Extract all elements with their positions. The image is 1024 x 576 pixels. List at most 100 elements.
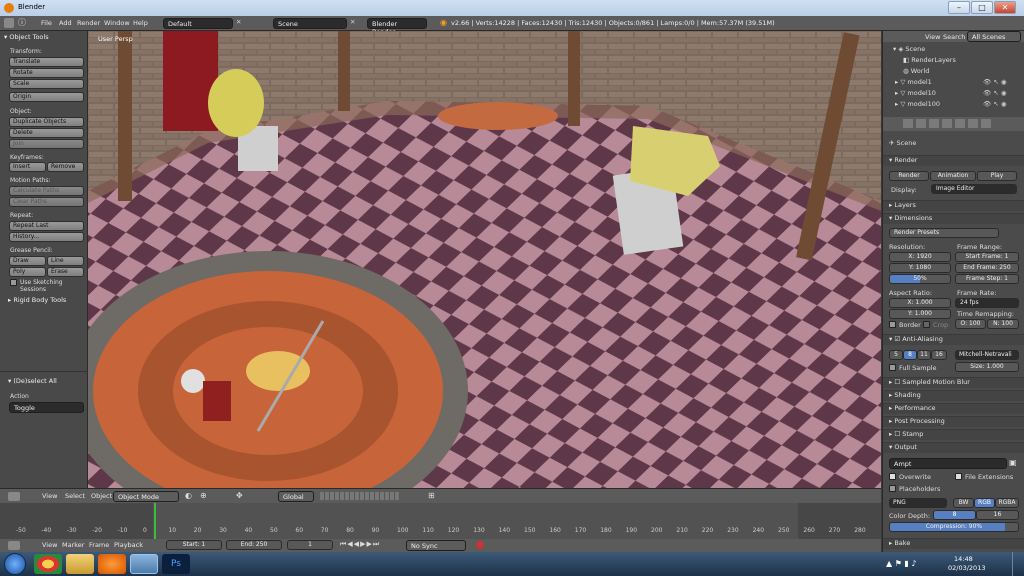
tray-icons[interactable]: ▲ ⚑ ▮ ♪: [886, 559, 916, 568]
grease-draw-button[interactable]: Draw: [9, 256, 46, 266]
outliner-filter-select[interactable]: All Scenes: [967, 31, 1021, 42]
compression-slider[interactable]: Compression: 90%: [889, 522, 1019, 532]
rotate-button[interactable]: Rotate: [9, 68, 84, 78]
editor-type-icon[interactable]: [8, 541, 20, 550]
visibility-icons[interactable]: 👁 ↖ ◉: [983, 100, 1007, 108]
snap-icon[interactable]: ⊞: [428, 491, 435, 500]
playback-controls[interactable]: ⏮◀◀▶▶⏭: [340, 540, 380, 549]
remove-keyframe-button[interactable]: Remove: [47, 162, 84, 172]
timeline-menu-frame[interactable]: Frame: [89, 541, 109, 549]
shading-icon[interactable]: ◐: [185, 491, 192, 500]
clear-paths-button[interactable]: Clear Paths: [9, 197, 84, 207]
origin-button[interactable]: Origin: [9, 92, 84, 102]
action-select[interactable]: Toggle: [9, 402, 84, 413]
scene-close-icon[interactable]: ✕: [350, 18, 355, 26]
delete-button[interactable]: Delete: [9, 128, 84, 138]
menu-help[interactable]: Help: [133, 19, 148, 27]
grease-poly-button[interactable]: Poly: [9, 267, 46, 277]
translate-button[interactable]: Translate: [9, 57, 84, 67]
aspect-x-field[interactable]: X: 1.000: [889, 298, 951, 308]
viewport-menu-select[interactable]: Select: [65, 492, 85, 500]
file-format-select[interactable]: PNG: [889, 498, 947, 508]
render-panel-header[interactable]: ▾ Render: [883, 155, 1024, 166]
motion-blur-panel-header[interactable]: ▸ ☐ Sampled Motion Blur: [883, 377, 1024, 388]
output-panel-header[interactable]: ▾ Output: [883, 442, 1024, 453]
resolution-y-field[interactable]: Y: 1080: [889, 263, 951, 273]
start-frame-field[interactable]: Start: 1: [166, 540, 222, 550]
end-frame-field[interactable]: End: 250: [226, 540, 282, 550]
menu-add[interactable]: Add: [59, 19, 72, 27]
overwrite-checkbox[interactable]: [889, 473, 896, 480]
outliner-item-model10[interactable]: ▸ ▽ model10: [895, 89, 936, 97]
minimize-button[interactable]: –: [948, 1, 970, 14]
aa-filter-select[interactable]: Mitchell-Netravali: [955, 350, 1019, 360]
remap-new-field[interactable]: N: 100: [987, 319, 1019, 329]
visibility-icons[interactable]: 👁 ↖ ◉: [983, 89, 1007, 97]
layout-select[interactable]: Default: [163, 18, 233, 29]
animation-button[interactable]: Animation: [930, 171, 976, 181]
timeline[interactable]: -50 -40 -30 -20 -10 0 10 20 30 40 50 60 70 80 90 100 110…: [0, 503, 881, 539]
photoshop-taskbar-icon[interactable]: Ps: [162, 554, 190, 574]
menu-window[interactable]: Window: [104, 19, 130, 27]
orientation-select[interactable]: Global: [278, 491, 314, 502]
post-processing-panel-header[interactable]: ▸ Post Processing: [883, 416, 1024, 427]
sketching-sessions-checkbox[interactable]: [10, 279, 17, 286]
dimensions-panel-header[interactable]: ▾ Dimensions: [883, 213, 1024, 224]
editor-type-icon[interactable]: [4, 18, 14, 28]
manipulator-icon[interactable]: ✥: [236, 491, 243, 500]
timeline-menu-view[interactable]: View: [42, 541, 57, 549]
aa-level-5[interactable]: 5: [889, 350, 903, 360]
output-path-field[interactable]: Ampt: [889, 458, 1007, 469]
outliner-item-model100[interactable]: ▸ ▽ model100: [895, 100, 940, 108]
grease-erase-button[interactable]: Erase: [47, 267, 84, 277]
color-depth-16-button[interactable]: 16: [976, 510, 1019, 520]
resolution-x-field[interactable]: X: 1920: [889, 252, 951, 262]
play-button[interactable]: Play: [977, 171, 1017, 181]
shading-panel-header[interactable]: ▸ Shading: [883, 390, 1024, 401]
timeline-menu-marker[interactable]: Marker: [62, 541, 84, 549]
operator-panel-header[interactable]: ▾ (De)select All: [8, 377, 57, 385]
chrome-taskbar-icon[interactable]: [34, 554, 62, 574]
render-presets-select[interactable]: Render Presets: [889, 228, 999, 238]
scene-select[interactable]: Scene: [273, 18, 347, 29]
color-rgb-button[interactable]: RGB: [974, 498, 995, 508]
render-button[interactable]: Render: [889, 171, 929, 181]
explorer-taskbar-icon[interactable]: [66, 554, 94, 574]
stamp-panel-header[interactable]: ▸ ☐ Stamp: [883, 429, 1024, 440]
pivot-icon[interactable]: ⊕: [200, 491, 207, 500]
history-button[interactable]: History...: [9, 232, 84, 242]
aa-level-16[interactable]: 16: [931, 350, 947, 360]
outliner-item-scene[interactable]: ▾ ◈ Scene: [893, 45, 925, 53]
maximize-button[interactable]: □: [971, 1, 993, 14]
full-sample-checkbox[interactable]: [889, 364, 896, 371]
rigid-body-tools-header[interactable]: ▸ Rigid Body Tools: [8, 296, 66, 304]
layout-close-icon[interactable]: ✕: [236, 18, 241, 26]
duplicate-objects-button[interactable]: Duplicate Objects: [9, 117, 84, 127]
display-select[interactable]: Image Editor: [931, 184, 1017, 194]
aa-size-field[interactable]: Size: 1.000: [955, 362, 1019, 372]
remap-old-field[interactable]: O: 100: [955, 319, 986, 329]
outliner-item-renderlayers[interactable]: ◧ RenderLayers: [903, 56, 956, 64]
current-frame-field[interactable]: 1: [287, 540, 333, 550]
context-tab-icons[interactable]: [903, 119, 993, 128]
layer-buttons[interactable]: [320, 492, 400, 500]
grease-line-button[interactable]: Line: [47, 256, 84, 266]
placeholders-checkbox[interactable]: [889, 485, 896, 492]
viewport-menu-view[interactable]: View: [42, 492, 57, 500]
frame-step-field[interactable]: Frame Step: 1: [955, 274, 1019, 284]
layers-panel-header[interactable]: ▸ Layers: [883, 200, 1024, 211]
start-frame-field[interactable]: Start Frame: 1: [955, 252, 1019, 262]
end-frame-field[interactable]: End Frame: 250: [955, 263, 1019, 273]
anti-aliasing-panel-header[interactable]: ▾ ☑ Anti-Aliasing: [883, 334, 1024, 345]
repeat-last-button[interactable]: Repeat Last: [9, 221, 84, 231]
outliner-item-world[interactable]: ◍ World: [903, 67, 929, 75]
blender-taskbar-icon[interactable]: [130, 554, 158, 574]
outliner-menu-view[interactable]: View: [925, 33, 940, 41]
3d-viewport[interactable]: User Persp: [88, 31, 881, 488]
color-rgba-button[interactable]: RGBA: [995, 498, 1019, 508]
media-player-taskbar-icon[interactable]: [98, 554, 126, 574]
crop-checkbox[interactable]: [923, 321, 930, 328]
tool-shelf-header[interactable]: ▾ Object Tools: [4, 33, 49, 41]
aa-level-8[interactable]: 8: [903, 350, 917, 360]
mode-select[interactable]: Object Mode: [113, 491, 179, 502]
